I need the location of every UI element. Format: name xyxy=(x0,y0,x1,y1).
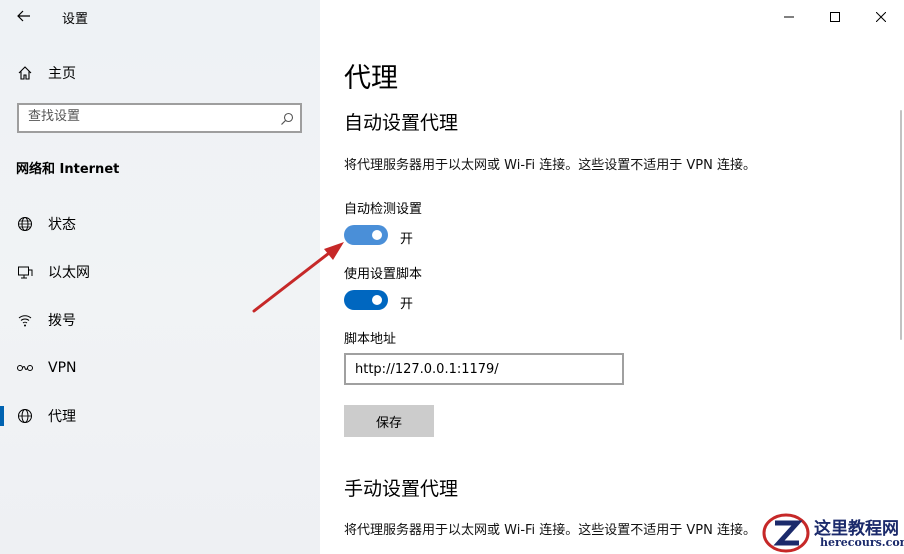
maximize-button[interactable] xyxy=(812,2,858,32)
use-script-toggle[interactable] xyxy=(344,290,388,310)
sidebar-item-vpn[interactable]: VPN xyxy=(0,348,320,388)
manual-proxy-heading: 手动设置代理 xyxy=(344,478,459,500)
close-button[interactable] xyxy=(858,2,904,32)
toggle-knob xyxy=(372,295,382,305)
sidebar-item-label: 主页 xyxy=(48,66,76,82)
globe-status-icon xyxy=(16,215,34,233)
sidebar: 设置 主页 网络和 Internet 状态 以太网 拨号 VP xyxy=(0,0,320,554)
manual-proxy-description: 将代理服务器用于以太网或 Wi-Fi 连接。这些设置不适用于 VPN 连接。 xyxy=(344,523,757,538)
auto-detect-label: 自动检测设置 xyxy=(344,202,423,217)
save-button[interactable]: 保存 xyxy=(344,405,434,437)
home-icon xyxy=(16,64,34,82)
globe-icon xyxy=(16,407,34,425)
close-icon xyxy=(876,12,886,22)
watermark-sub: herecours.com xyxy=(820,536,904,549)
toggle-knob xyxy=(372,230,382,240)
auto-detect-toggle[interactable] xyxy=(344,225,388,245)
main-content: 代理 自动设置代理 将代理服务器用于以太网或 Wi-Fi 连接。这些设置不适用于… xyxy=(320,0,904,554)
use-script-state: 开 xyxy=(400,297,414,312)
minimize-button[interactable] xyxy=(766,2,812,32)
auto-proxy-description: 将代理服务器用于以太网或 Wi-Fi 连接。这些设置不适用于 VPN 连接。 xyxy=(344,158,757,173)
use-script-label: 使用设置脚本 xyxy=(344,267,423,282)
dialup-icon xyxy=(16,311,34,329)
auto-proxy-heading: 自动设置代理 xyxy=(344,112,459,134)
sidebar-item-home[interactable]: 主页 xyxy=(0,53,320,93)
sidebar-item-label: 状态 xyxy=(48,217,76,233)
script-address-label: 脚本地址 xyxy=(344,332,397,347)
minimize-icon xyxy=(784,16,794,18)
sidebar-item-label: VPN xyxy=(48,360,77,376)
ethernet-icon xyxy=(16,263,34,281)
sidebar-item-ethernet[interactable]: 以太网 xyxy=(0,252,320,292)
sidebar-item-label: 拨号 xyxy=(48,313,76,329)
sidebar-section-title: 网络和 Internet xyxy=(16,162,120,177)
vpn-icon xyxy=(16,359,34,377)
sidebar-item-label: 以太网 xyxy=(48,265,90,281)
search-box[interactable] xyxy=(17,103,302,133)
sidebar-item-proxy[interactable]: 代理 xyxy=(0,396,320,436)
page-title: 代理 xyxy=(344,63,398,94)
auto-detect-state: 开 xyxy=(400,232,414,247)
back-arrow-icon xyxy=(17,10,30,22)
window-title: 设置 xyxy=(62,12,89,27)
watermark-logo-icon xyxy=(762,513,810,553)
back-button[interactable] xyxy=(12,4,36,28)
sidebar-item-dialup[interactable]: 拨号 xyxy=(0,300,320,340)
sidebar-item-label: 代理 xyxy=(48,409,76,425)
search-input[interactable] xyxy=(28,109,268,124)
sidebar-item-status[interactable]: 状态 xyxy=(0,204,320,244)
maximize-icon xyxy=(830,12,840,22)
scrollbar[interactable] xyxy=(900,110,902,340)
search-icon[interactable] xyxy=(280,111,294,130)
script-address-input[interactable] xyxy=(344,353,624,385)
watermark: 这里教程网 herecours.com xyxy=(758,512,904,554)
